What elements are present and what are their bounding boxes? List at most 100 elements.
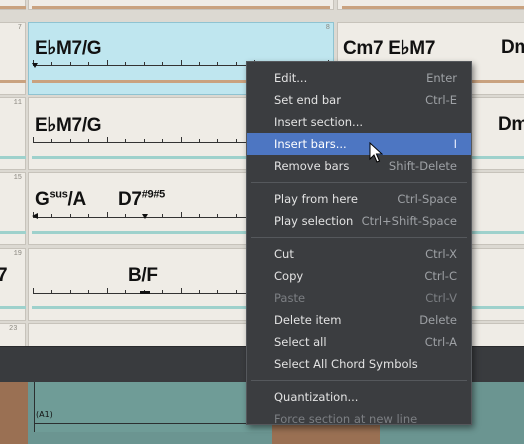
beat-tick [199, 139, 200, 142]
chord-symbol: E♭M7/G [35, 38, 102, 59]
menu-item-quantization[interactable]: Quantization... [247, 386, 471, 408]
shortcut: Delete [419, 313, 457, 327]
beat-tick [199, 62, 200, 65]
beat-tick [181, 212, 182, 217]
menu-separator [251, 237, 467, 238]
beat-tick [144, 62, 145, 65]
menu-item-select-all-chord-symbols[interactable]: Select All Chord Symbols [247, 353, 471, 375]
menu-item-remove-bars[interactable]: Remove bars Shift-Delete [247, 155, 471, 177]
beat-tick [236, 290, 237, 293]
bar[interactable]: 19 7 [0, 248, 26, 321]
shortcut: Ctrl-E [425, 93, 457, 107]
track-line [0, 306, 26, 309]
shortcut: Ctrl-X [425, 247, 457, 261]
beat-tick [236, 214, 237, 217]
beat-tick [51, 139, 52, 142]
beat-tick [181, 137, 182, 142]
shortcut: Ctrl+Shift-Space [361, 214, 457, 228]
beat-tick [125, 62, 126, 65]
chord-symbol: Dm [498, 114, 524, 135]
chord-symbol: Gsus/A [35, 188, 86, 210]
mouse-pointer-icon [369, 142, 383, 163]
menu-item-force-section-new-line: Force section at new line [274, 412, 418, 426]
chord-symbol: D7#9#5 [118, 188, 165, 210]
track-line [32, 6, 330, 9]
bar[interactable]: 15 [0, 172, 26, 245]
section-block-a1[interactable] [34, 382, 280, 432]
track-line [0, 231, 26, 234]
beat-tick [70, 62, 71, 65]
shortcut: Ctrl-C [424, 269, 457, 283]
start-marker [32, 213, 38, 219]
beat-tick [217, 290, 218, 293]
beat-marker [32, 63, 38, 68]
beat-tick [125, 290, 126, 293]
bar-number: 8 [325, 24, 330, 32]
chord-symbol: B/F [128, 265, 158, 286]
beat-tick [51, 62, 52, 65]
chord-position-marker [140, 291, 150, 294]
chord-symbol: Cm7 E♭M7 [343, 38, 436, 59]
beat-tick [51, 290, 52, 293]
beat-tick [162, 139, 163, 142]
track-line [0, 80, 26, 83]
track-line [0, 156, 26, 159]
track-line [0, 6, 26, 9]
menu-item-insert-bars[interactable]: Insert bars... I [247, 133, 471, 155]
menu-item-delete-item[interactable]: Delete item Delete [247, 309, 471, 331]
beat-tick [125, 214, 126, 217]
chord-symbol: E♭M7/G [35, 115, 102, 136]
bar[interactable]: 7 [0, 22, 26, 95]
menu-item-play-from-here[interactable]: Play from here Ctrl-Space [247, 188, 471, 210]
shortcut: Ctrl-V [425, 291, 457, 305]
beat-tick [51, 214, 52, 217]
section-block[interactable] [0, 382, 28, 444]
shortcut: Enter [426, 71, 457, 85]
menu-item-copy[interactable]: Copy Ctrl-C [247, 265, 471, 287]
beat-tick [162, 214, 163, 217]
beat-tick [88, 139, 89, 142]
beat-tick [107, 60, 108, 65]
beat-tick [107, 212, 108, 217]
beat-tick [70, 139, 71, 142]
shortcut: Ctrl-A [424, 335, 457, 349]
beat-tick [88, 290, 89, 293]
bar-number: 7 [17, 24, 22, 32]
shortcut: I [453, 137, 457, 151]
beat-tick [70, 290, 71, 293]
beat-tick [236, 139, 237, 142]
bar-number: 23 [9, 325, 18, 333]
context-menu[interactable]: Edit... Enter Set end bar Ctrl-E Insert se… [246, 61, 472, 426]
chord-symbol: 7 [0, 265, 8, 286]
menu-item-insert-section[interactable]: Insert section... [247, 111, 471, 133]
menu-item-set-end-bar[interactable]: Set end bar Ctrl-E [247, 89, 471, 111]
shortcut: Ctrl-Space [397, 192, 457, 206]
menu-separator [251, 182, 467, 183]
beat-tick [199, 214, 200, 217]
menu-item-cut[interactable]: Cut Ctrl-X [247, 243, 471, 265]
menu-item-select-all[interactable]: Select all Ctrl-A [247, 331, 471, 353]
track-line [342, 6, 524, 9]
beat-tick [144, 139, 145, 142]
menu-item-edit[interactable]: Edit... Enter [247, 67, 471, 89]
beat-tick [88, 214, 89, 217]
menu-item-play-selection[interactable]: Play selection Ctrl+Shift-Space [247, 210, 471, 232]
bar-number: 15 [13, 174, 22, 182]
bar-number: 19 [13, 250, 22, 258]
shortcut: Shift-Delete [388, 159, 457, 173]
beat-tick [217, 139, 218, 142]
beat-tick [107, 288, 108, 293]
section-label: (A1) [36, 410, 53, 419]
beat-tick [199, 290, 200, 293]
beat-tick [181, 288, 182, 293]
bar[interactable]: 11 [0, 97, 26, 170]
beat-tick [181, 60, 182, 65]
beat-tick [33, 137, 34, 142]
chord-symbol: Dm [501, 37, 524, 58]
menu-item-paste: Paste Ctrl-V [247, 287, 471, 309]
beat-marker [142, 214, 148, 219]
beat-tick [162, 62, 163, 65]
beat-tick [217, 62, 218, 65]
beat-tick [107, 137, 108, 142]
beat-tick [125, 139, 126, 142]
